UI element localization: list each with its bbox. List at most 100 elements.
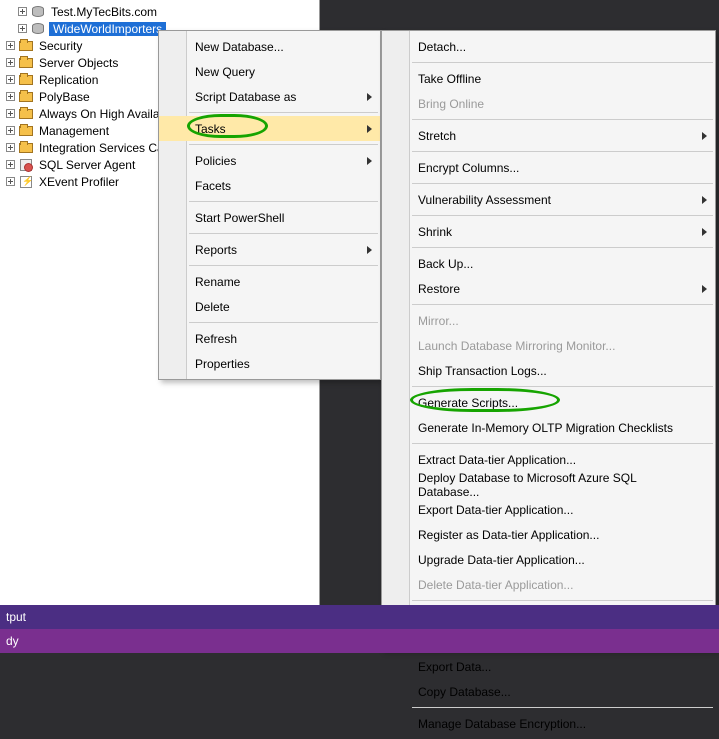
chevron-right-icon xyxy=(367,125,372,133)
menu-item: Launch Database Mirroring Monitor... xyxy=(382,333,715,358)
menu-item-label: Restore xyxy=(418,282,460,296)
menu-item-label: Export Data... xyxy=(418,660,491,674)
menu-item[interactable]: Export Data... xyxy=(382,654,715,679)
menu-separator xyxy=(189,144,378,145)
menu-item[interactable]: Upgrade Data-tier Application... xyxy=(382,547,715,572)
menu-item[interactable]: Export Data-tier Application... xyxy=(382,497,715,522)
menu-item[interactable]: Deploy Database to Microsoft Azure SQL D… xyxy=(382,472,715,497)
menu-item-label: New Query xyxy=(195,65,255,79)
menu-item[interactable]: Generate Scripts... xyxy=(382,390,715,415)
status-tab-ready: dy xyxy=(0,629,719,653)
menu-item[interactable]: Manage Database Encryption... xyxy=(382,711,715,736)
folder-icon xyxy=(18,72,34,87)
agent-icon xyxy=(18,157,34,172)
expand-icon[interactable] xyxy=(5,176,16,187)
menu-item[interactable]: Generate In-Memory OLTP Migration Checkl… xyxy=(382,415,715,440)
menu-item-label: Properties xyxy=(195,357,250,371)
status-tab-output[interactable]: tput xyxy=(0,605,719,629)
tree-node-label: WideWorldImporters xyxy=(49,22,166,36)
menu-separator xyxy=(412,151,713,152)
menu-item-label: Generate Scripts... xyxy=(418,396,518,410)
chevron-right-icon xyxy=(367,246,372,254)
expand-icon[interactable] xyxy=(5,40,16,51)
xevent-icon xyxy=(18,174,34,189)
menu-item[interactable]: Register as Data-tier Application... xyxy=(382,522,715,547)
menu-item[interactable]: Rename xyxy=(159,269,380,294)
menu-item-label: Detach... xyxy=(418,40,466,54)
folder-icon xyxy=(18,140,34,155)
chevron-right-icon xyxy=(367,93,372,101)
expand-icon[interactable] xyxy=(5,142,16,153)
menu-item[interactable]: Ship Transaction Logs... xyxy=(382,358,715,383)
expand-icon[interactable] xyxy=(5,125,16,136)
chevron-right-icon xyxy=(702,228,707,236)
menu-separator xyxy=(412,247,713,248)
menu-item-label: Upgrade Data-tier Application... xyxy=(418,553,585,567)
menu-item[interactable]: Policies xyxy=(159,148,380,173)
menu-item-label: Encrypt Columns... xyxy=(418,161,519,175)
menu-item-label: Register as Data-tier Application... xyxy=(418,528,599,542)
folder-icon xyxy=(18,89,34,104)
menu-separator xyxy=(412,386,713,387)
tree-node-label: SQL Server Agent xyxy=(37,158,137,172)
menu-item-label: Bring Online xyxy=(418,97,484,111)
menu-item-label: Stretch xyxy=(418,129,456,143)
menu-separator xyxy=(412,119,713,120)
menu-item[interactable]: Start PowerShell xyxy=(159,205,380,230)
menu-separator xyxy=(189,112,378,113)
tree-node[interactable]: Test.MyTecBits.com xyxy=(5,3,319,20)
menu-item[interactable]: Facets xyxy=(159,173,380,198)
menu-item-label: Ship Transaction Logs... xyxy=(418,364,547,378)
menu-item[interactable]: Stretch xyxy=(382,123,715,148)
menu-item[interactable]: Reports xyxy=(159,237,380,262)
tree-node-label: Management xyxy=(37,124,111,138)
menu-separator xyxy=(412,183,713,184)
menu-item-label: Policies xyxy=(195,154,236,168)
expand-icon[interactable] xyxy=(17,23,28,34)
menu-separator xyxy=(412,600,713,601)
menu-item[interactable]: New Query xyxy=(159,59,380,84)
expand-icon[interactable] xyxy=(5,108,16,119)
menu-item-label: Start PowerShell xyxy=(195,211,284,225)
expand-icon[interactable] xyxy=(17,6,28,17)
menu-item[interactable]: Refresh xyxy=(159,326,380,351)
expand-icon[interactable] xyxy=(5,57,16,68)
menu-separator xyxy=(412,443,713,444)
menu-item[interactable]: Copy Database... xyxy=(382,679,715,704)
menu-item[interactable]: Delete xyxy=(159,294,380,319)
tree-node-label: XEvent Profiler xyxy=(37,175,121,189)
menu-item-label: Refresh xyxy=(195,332,237,346)
menu-item[interactable]: Shrink xyxy=(382,219,715,244)
menu-item-label: Launch Database Mirroring Monitor... xyxy=(418,339,615,353)
menu-item[interactable]: Detach... xyxy=(382,34,715,59)
menu-item-label: Deploy Database to Microsoft Azure SQL D… xyxy=(418,471,695,499)
menu-item[interactable]: Script Database as xyxy=(159,84,380,109)
menu-item[interactable]: Extract Data-tier Application... xyxy=(382,447,715,472)
menu-item[interactable]: Properties xyxy=(159,351,380,376)
expand-icon[interactable] xyxy=(5,159,16,170)
menu-item[interactable]: Encrypt Columns... xyxy=(382,155,715,180)
menu-item-label: Copy Database... xyxy=(418,685,511,699)
menu-item[interactable]: Back Up... xyxy=(382,251,715,276)
menu-item[interactable]: Take Offline xyxy=(382,66,715,91)
menu-separator xyxy=(189,265,378,266)
menu-item-label: Vulnerability Assessment xyxy=(418,193,551,207)
chevron-right-icon xyxy=(367,157,372,165)
menu-separator xyxy=(189,233,378,234)
menu-separator xyxy=(189,322,378,323)
menu-item[interactable]: Restore xyxy=(382,276,715,301)
menu-item-label: Rename xyxy=(195,275,240,289)
menu-item-label: Delete Data-tier Application... xyxy=(418,578,573,592)
menu-item[interactable]: Tasks xyxy=(159,116,380,141)
expand-icon[interactable] xyxy=(5,91,16,102)
menu-item[interactable]: New Database... xyxy=(159,34,380,59)
menu-item[interactable]: Vulnerability Assessment xyxy=(382,187,715,212)
menu-item-label: Shrink xyxy=(418,225,452,239)
menu-item-label: Tasks xyxy=(195,122,226,136)
menu-item-label: Delete xyxy=(195,300,230,314)
expand-icon[interactable] xyxy=(5,74,16,85)
folder-icon xyxy=(18,123,34,138)
status-bar: tput dy xyxy=(0,605,719,653)
folder-icon xyxy=(18,38,34,53)
menu-separator xyxy=(412,304,713,305)
